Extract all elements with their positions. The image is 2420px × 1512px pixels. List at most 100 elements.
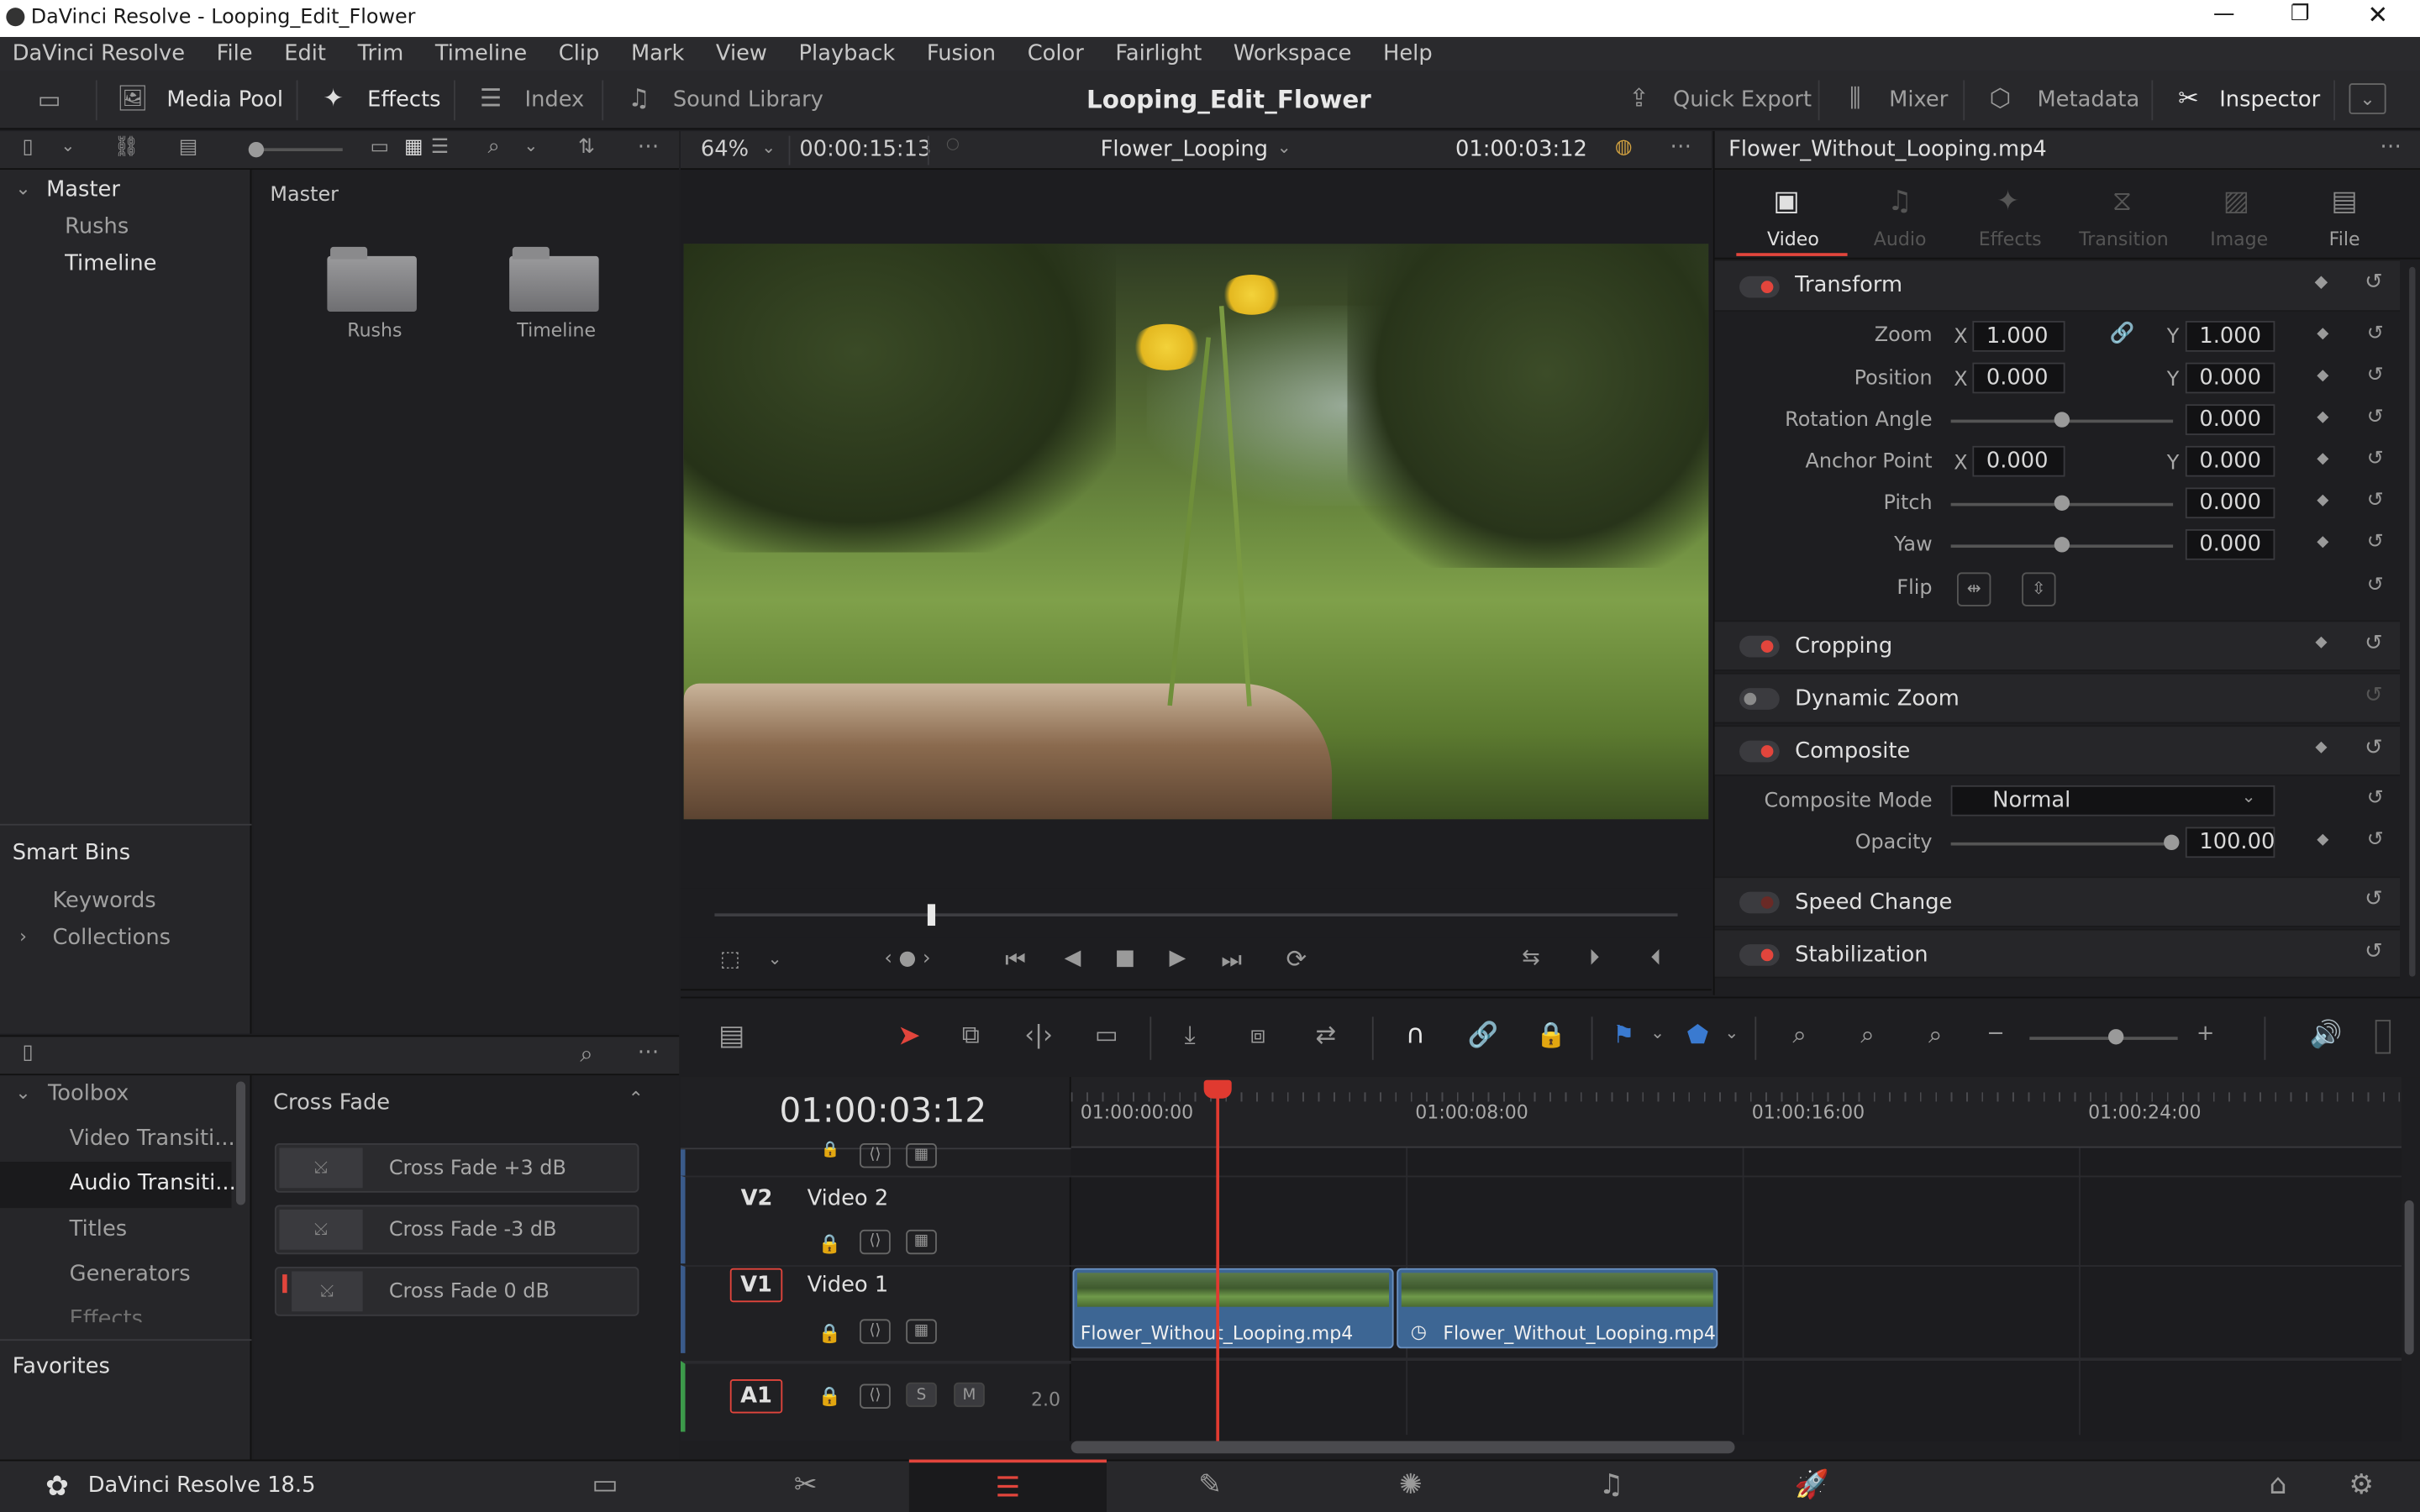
effect-item[interactable]: ⤩ Cross Fade +3 dB: [274, 1143, 639, 1193]
category-effects[interactable]: Effects: [70, 1307, 143, 1322]
zoom-level[interactable]: 64%: [701, 137, 749, 161]
settings-gear-icon[interactable]: ⚙: [2315, 1460, 2407, 1512]
tab-image[interactable]: Image: [2210, 228, 2268, 250]
menu-davinci[interactable]: DaVinci Resolve: [0, 37, 197, 71]
track-v1-id[interactable]: V1: [729, 1268, 783, 1303]
insert-clip-icon[interactable]: ⤓: [1171, 1020, 1208, 1051]
reset-icon[interactable]: ↺: [2361, 574, 2389, 597]
effects-button[interactable]: Effects: [367, 71, 440, 129]
chevron-down-icon[interactable]: ⌄: [1273, 137, 1295, 157]
reset-icon[interactable]: ↺: [2361, 364, 2389, 387]
effect-item[interactable]: ⤩ Cross Fade -3 dB: [274, 1205, 639, 1255]
tab-effects[interactable]: Effects: [1979, 228, 2042, 250]
inspector-button[interactable]: Inspector: [2219, 71, 2320, 129]
media-pool-icon[interactable]: 🖼: [114, 83, 151, 113]
keyframe-diamond-icon[interactable]: ◆: [2312, 326, 2333, 343]
file-tab-icon[interactable]: ▤: [2326, 185, 2363, 218]
stabilization-section-header[interactable]: Stabilization ↺: [1714, 928, 2401, 979]
crop-icon[interactable]: ⬚: [714, 948, 745, 972]
jog-icon[interactable]: ‹ ● ›: [869, 948, 946, 971]
category-video-transitions[interactable]: Video Transiti...: [70, 1126, 235, 1151]
audio-tab-icon[interactable]: ♫: [1881, 185, 1918, 218]
inspector-icon[interactable]: ✂: [2170, 83, 2207, 113]
chevron-down-icon[interactable]: ⌄: [1721, 1023, 1743, 1043]
minimize-icon[interactable]: —: [2213, 2, 2235, 26]
menu-fairlight[interactable]: Fairlight: [1103, 37, 1214, 71]
loop-icon[interactable]: ⟳: [1280, 944, 1313, 974]
keyframe-diamond-icon[interactable]: ◆: [2312, 367, 2333, 384]
reset-icon[interactable]: ↺: [2360, 940, 2387, 964]
category-scrollbar[interactable]: [236, 1081, 246, 1205]
flip-horizontal-icon[interactable]: ⇹: [1956, 572, 1991, 606]
smart-bin-collections[interactable]: Collections: [52, 926, 171, 950]
opacity-slider[interactable]: [1950, 842, 2174, 846]
inspector-scrollbar[interactable]: [2409, 266, 2416, 977]
sound-library-button[interactable]: Sound Library: [673, 71, 823, 129]
selection-arrow-icon[interactable]: ➤: [893, 1020, 924, 1053]
position-y-field[interactable]: 0.000: [2185, 362, 2275, 394]
anchor-y-field[interactable]: 0.000: [2185, 445, 2275, 477]
bin-rushs[interactable]: Rushs: [65, 214, 129, 239]
menu-playback[interactable]: Playback: [786, 37, 908, 71]
reset-icon[interactable]: ↺: [2360, 887, 2387, 911]
panel-toggle-icon[interactable]: ▯: [13, 136, 44, 160]
reset-icon[interactable]: ↺: [2361, 448, 2389, 471]
zoom-full-icon[interactable]: ⌕: [1780, 1020, 1820, 1051]
trim-edit-icon[interactable]: ⧉: [952, 1020, 989, 1051]
zoom-in-icon[interactable]: +: [2193, 1021, 2217, 1046]
film-icon[interactable]: ▦: [906, 1229, 937, 1255]
keyframe-diamond-icon[interactable]: ◆: [2312, 450, 2333, 467]
page-media-icon[interactable]: ▭: [506, 1460, 703, 1512]
zoom-x-field[interactable]: 1.000: [1972, 321, 2065, 352]
chevron-down-icon[interactable]: ⌄: [518, 136, 543, 156]
transition-tab-icon[interactable]: ⧖: [2103, 185, 2140, 218]
composite-toggle[interactable]: [1739, 740, 1780, 763]
timeline-clip[interactable]: Flower_Without_Looping.mp4: [1072, 1268, 1394, 1349]
lock-icon[interactable]: 🔒: [818, 1233, 840, 1255]
transform-toggle[interactable]: [1739, 276, 1780, 298]
home-icon[interactable]: ⌂: [2228, 1460, 2328, 1512]
video-tab-icon[interactable]: ▣: [1773, 185, 1799, 218]
track-v1-name[interactable]: Video 1: [808, 1273, 889, 1297]
chevron-down-icon[interactable]: ⌄: [758, 137, 780, 157]
menu-timeline[interactable]: Timeline: [423, 37, 539, 71]
chevron-down-icon[interactable]: ⌄: [2238, 787, 2260, 807]
reset-icon[interactable]: ↺: [2361, 531, 2389, 554]
folder-timeline[interactable]: [509, 246, 602, 312]
transform-section-header[interactable]: Transform ◆ ↺: [1714, 259, 2401, 312]
expand-chevron-icon[interactable]: ⌄: [2349, 83, 2386, 114]
yaw-field[interactable]: 0.000: [2185, 529, 2275, 560]
timeline-view-options-icon[interactable]: ▤: [708, 1020, 755, 1053]
timeline-tracks-area[interactable]: 01:00:00:00 01:00:08:00 01:00:16:00 01:0…: [1071, 1077, 2402, 1454]
menu-fusion[interactable]: Fusion: [914, 37, 1008, 71]
position-lock-icon[interactable]: 🔒: [1533, 1020, 1570, 1049]
metadata-view-icon[interactable]: ▭: [364, 136, 395, 160]
pitch-field[interactable]: 0.000: [2185, 487, 2275, 519]
category-titles[interactable]: Titles: [70, 1217, 128, 1242]
page-color-icon[interactable]: ✺: [1312, 1460, 1509, 1512]
list-view-icon[interactable]: ☰: [429, 136, 451, 160]
category-generators[interactable]: Generators: [70, 1262, 191, 1286]
more-options-icon[interactable]: ⋯: [629, 1040, 666, 1064]
thumb-size-knob[interactable]: [248, 141, 265, 158]
marker-icon[interactable]: ⬟: [1684, 1020, 1712, 1049]
cropping-toggle[interactable]: [1739, 635, 1780, 658]
anchor-x-field[interactable]: 0.000: [1972, 445, 2065, 477]
flag-icon[interactable]: ⚑: [1610, 1020, 1638, 1049]
master-bin[interactable]: Master: [46, 177, 120, 202]
lock-icon[interactable]: 🔒: [815, 1140, 846, 1164]
sort-icon[interactable]: ⇅: [571, 136, 602, 160]
play-reverse-icon[interactable]: ◀: [1057, 946, 1088, 970]
keyframe-diamond-icon[interactable]: ◆: [2312, 409, 2333, 426]
bin-timeline[interactable]: Timeline: [65, 251, 156, 276]
chevron-down-icon[interactable]: ⌄: [1647, 1023, 1669, 1043]
scrubber-line[interactable]: [714, 913, 1678, 917]
sound-library-icon[interactable]: ♫: [620, 83, 657, 113]
chevron-right-icon[interactable]: ›: [13, 926, 34, 948]
tab-transition[interactable]: Transition: [2079, 228, 2169, 250]
horizontal-scrollbar[interactable]: [1071, 1441, 1735, 1454]
color-wheel-icon[interactable]: ◍: [1610, 136, 1638, 160]
overwrite-clip-icon[interactable]: ⧈: [1239, 1020, 1276, 1051]
blade-icon[interactable]: ▭: [1088, 1020, 1125, 1049]
go-to-end-icon[interactable]: ⏭: [1215, 946, 1249, 974]
